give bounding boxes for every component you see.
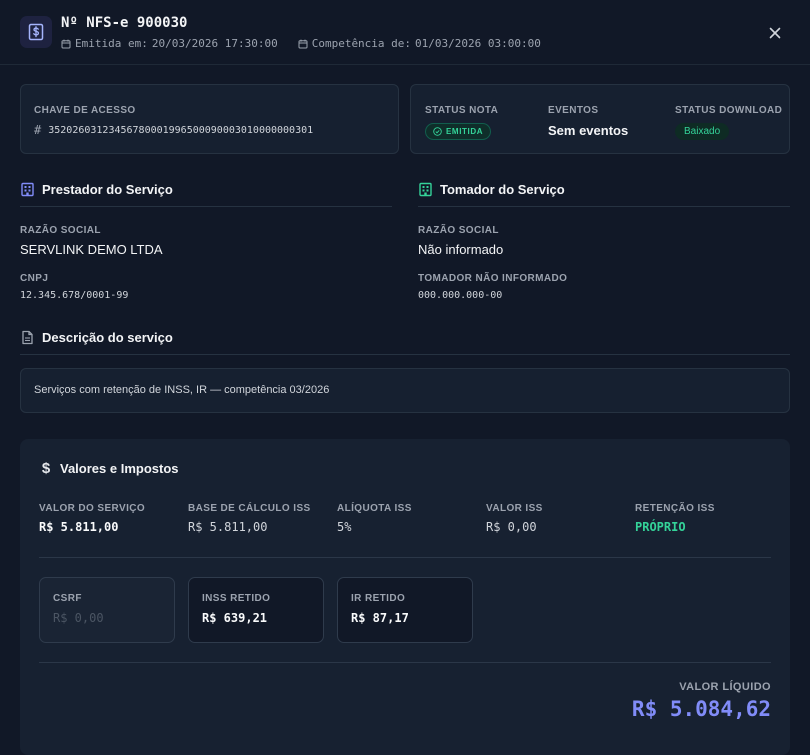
calendar-icon (61, 39, 71, 48)
close-button[interactable] (766, 24, 784, 42)
emitida-meta: Emitida em: 20/03/2026 17:30:00 (61, 37, 278, 50)
dollar-icon: $ (41, 460, 51, 477)
access-key-card: CHAVE DE ACESSO # 3520260312345678000199… (20, 84, 399, 154)
eventos-label: EVENTOS (548, 105, 599, 116)
descricao-divider (20, 354, 790, 355)
access-key-label: CHAVE DE ACESSO (34, 105, 136, 116)
valores-divider (39, 557, 771, 558)
prestador-cnpj-label: CNPJ (20, 273, 49, 284)
access-key-value[interactable]: 3520260312345678000199650009000301000000… (48, 125, 313, 136)
status-eventos: EVENTOS Sem eventos (548, 105, 628, 138)
tomador-doc-label: TOMADOR NÃO INFORMADO (418, 273, 568, 284)
prestador-razao-value: SERVLINK DEMO LTDA (20, 242, 163, 257)
base-calculo-value: R$ 5.811,00 (188, 520, 268, 534)
status-card: STATUS NOTA EMITIDA EVENTOS Sem eventos … (410, 84, 790, 154)
status-nota-label: STATUS NOTA (425, 105, 499, 116)
status-download: STATUS DOWNLOAD Baixado (675, 105, 782, 140)
status-badge: EMITIDA (425, 123, 492, 140)
valor-servico: VALOR DO SERVIÇO R$ 5.811,00 (39, 503, 145, 534)
tax-box-ir: IR RETIDO R$ 87,17 (337, 577, 473, 643)
descricao-heading: Descrição do serviço (20, 330, 173, 345)
valores-card: $ Valores e Impostos VALOR DO SERVIÇO R$… (20, 439, 790, 755)
valor-servico-label: VALOR DO SERVIÇO (39, 503, 146, 514)
emitida-label: Emitida em: (75, 37, 148, 50)
valor-iss: VALOR ISS R$ 0,00 (486, 503, 543, 534)
prestador-razao-label: RAZÃO SOCIAL (20, 225, 101, 236)
ir-label: IR RETIDO (351, 593, 406, 604)
access-key-row: # 35202603123456780001996500090003010000… (34, 123, 313, 137)
modal-header: Nº NFS-e 900030 Emitida em: 20/03/2026 1… (0, 0, 810, 65)
competencia-label: Competência de: (311, 37, 412, 50)
building-icon (21, 182, 34, 197)
base-calculo-label: BASE DE CÁLCULO ISS (188, 503, 311, 514)
base-calculo: BASE DE CÁLCULO ISS R$ 5.811,00 (188, 503, 311, 534)
hash-icon: # (34, 123, 42, 137)
liquido-value: R$ 5.084,62 (631, 697, 771, 721)
calendar-icon (298, 39, 308, 48)
eventos-value: Sem eventos (548, 123, 629, 138)
competencia-value: 01/03/2026 03:00:00 (415, 37, 541, 50)
page-title: Nº NFS-e 900030 (61, 15, 188, 31)
inss-label: INSS RETIDO (202, 593, 271, 604)
competencia-meta: Competência de: 01/03/2026 03:00:00 (298, 37, 541, 50)
tax-box-inss: INSS RETIDO R$ 639,21 (188, 577, 324, 643)
building-icon (419, 182, 432, 197)
valor-iss-value: R$ 0,00 (486, 520, 537, 534)
download-label: STATUS DOWNLOAD (675, 105, 783, 116)
prestador-cnpj-value: 12.345.678/0001-99 (20, 290, 129, 301)
header-meta: Emitida em: 20/03/2026 17:30:00 Competên… (61, 37, 561, 50)
ir-value: R$ 87,17 (351, 611, 409, 625)
descricao-title: Descrição do serviço (42, 330, 173, 345)
csrf-label: CSRF (53, 593, 82, 604)
tax-box-csrf: CSRF R$ 0,00 (39, 577, 175, 643)
prestador-divider (20, 206, 392, 207)
prestador-title: Prestador do Serviço (42, 182, 173, 197)
download-badge: Baixado (675, 123, 730, 140)
aliquota-iss: ALÍQUOTA ISS 5% (337, 503, 412, 534)
liquido-divider (39, 662, 771, 663)
retencao-iss-label: RETENÇÃO ISS (635, 503, 715, 514)
document-icon (22, 330, 33, 345)
prestador-heading: Prestador do Serviço (20, 182, 173, 197)
descricao-card: Serviços com retenção de INSS, IR — comp… (20, 368, 790, 413)
retencao-iss-value: PRÓPRIO (635, 520, 686, 534)
check-circle-icon (433, 127, 442, 136)
tomador-razao-label: RAZÃO SOCIAL (418, 225, 499, 236)
aliquota-iss-label: ALÍQUOTA ISS (337, 503, 412, 514)
status-nota-value: EMITIDA (446, 127, 484, 136)
csrf-value: R$ 0,00 (53, 611, 104, 625)
inss-value: R$ 639,21 (202, 611, 268, 625)
valor-iss-label: VALOR ISS (486, 503, 543, 514)
tomador-razao-value: Não informado (418, 242, 504, 257)
valores-heading: $ Valores e Impostos (39, 460, 179, 477)
tomador-heading: Tomador do Serviço (418, 182, 565, 197)
close-icon (769, 27, 781, 39)
valor-servico-value: R$ 5.811,00 (39, 520, 119, 534)
liquido-label: VALOR LÍQUIDO (679, 681, 771, 693)
retencao-iss: RETENÇÃO ISS PRÓPRIO (635, 503, 715, 534)
tomador-doc-value: 000.000.000-00 (418, 290, 503, 301)
invoice-dollar-icon (20, 16, 52, 48)
descricao-text: Serviços com retenção de INSS, IR — comp… (34, 384, 330, 396)
aliquota-iss-value: 5% (337, 520, 352, 534)
emitida-value: 20/03/2026 17:30:00 (151, 37, 278, 50)
tomador-divider (418, 206, 790, 207)
valores-title: Valores e Impostos (60, 461, 179, 476)
tomador-title: Tomador do Serviço (440, 182, 565, 197)
status-nota: STATUS NOTA EMITIDA (425, 105, 498, 141)
